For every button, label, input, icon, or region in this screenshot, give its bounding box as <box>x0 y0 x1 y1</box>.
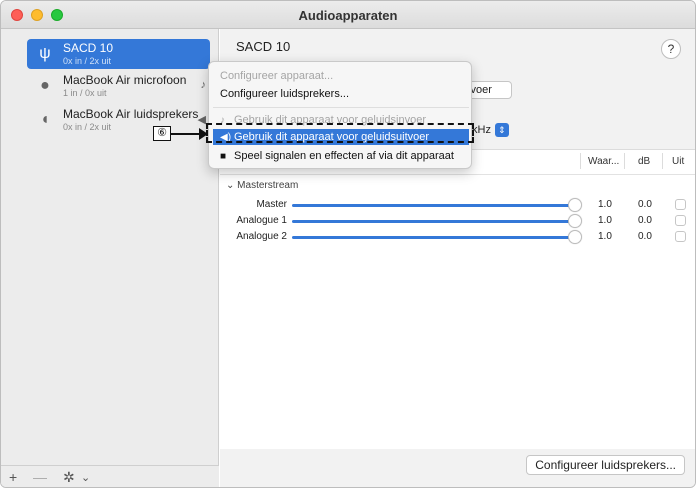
device-title: SACD 10 <box>236 39 291 54</box>
output-default-speaker-icon: ◀ <box>197 114 206 126</box>
menu-item-play-alerts[interactable]: ■ Speel signalen en effecten af via dit a… <box>213 148 469 164</box>
menu-item-configure-device[interactable]: Configureer apparaat... <box>213 68 469 84</box>
menu-item-label: Configureer apparaat... <box>220 70 334 82</box>
row-label: Master <box>256 199 287 210</box>
device-channels: 1 in / 0x uit <box>63 88 107 98</box>
context-menu: Configureer apparaat... Configureer luid… <box>208 61 472 169</box>
help-button[interactable]: ? <box>661 39 681 59</box>
volume-slider-knob[interactable] <box>568 214 582 228</box>
device-name: MacBook Air luidsprekers <box>63 107 199 121</box>
column-divider <box>580 153 581 169</box>
format-value: kHz <box>472 123 491 136</box>
column-header-value: Waar... <box>588 156 620 167</box>
microphone-icon: ● <box>40 77 50 94</box>
alert-bubble-icon: ■ <box>220 151 227 162</box>
row-value: 1.0 <box>598 231 612 242</box>
row-value: 1.0 <box>598 215 612 226</box>
title-bar: Audioapparaten <box>1 1 695 29</box>
volume-slider-knob[interactable] <box>568 230 582 244</box>
row-label: Analogue 2 <box>236 231 287 242</box>
row-value: 1.0 <box>598 199 612 210</box>
window-title: Audioapparaten <box>298 8 398 23</box>
remove-device-button[interactable]: — <box>33 469 47 485</box>
gear-icon[interactable]: ✲ <box>63 469 75 486</box>
row-db: 0.0 <box>638 215 652 226</box>
mute-checkbox[interactable] <box>675 215 686 226</box>
device-channels: 0x in / 2x uit <box>63 122 112 132</box>
device-item-macbook-speakers[interactable]: ◖ MacBook Air luidsprekers 0x in / 2x ui… <box>27 105 210 135</box>
device-channels: 0x in / 2x uit <box>63 56 112 66</box>
volume-slider[interactable] <box>292 236 574 239</box>
usb-icon: ψ <box>39 45 51 62</box>
section-masterstream[interactable]: ⌄ Masterstream <box>226 180 298 191</box>
chevron-down-icon[interactable]: ⌄ <box>81 471 90 484</box>
column-divider <box>662 153 663 169</box>
volume-table: Waar... dB Uit ⌄ Masterstream Master 1.0… <box>220 149 695 449</box>
volume-slider-knob[interactable] <box>568 198 582 212</box>
row-label: Analogue 1 <box>236 215 287 226</box>
device-name: MacBook Air microfoon <box>63 73 187 87</box>
table-row: Master 1.0 0.0 <box>220 198 695 214</box>
volume-slider[interactable] <box>292 220 574 223</box>
column-header-db: dB <box>638 156 651 167</box>
section-label: Masterstream <box>237 180 299 191</box>
device-sidebar: ψ SACD 10 0x in / 2x uit ● MacBook Air m… <box>1 29 219 487</box>
menu-separator <box>213 107 469 108</box>
chevron-updown-icon: ⇕ <box>494 123 509 137</box>
row-db: 0.0 <box>638 231 652 242</box>
input-default-microphone-icon: ♪ <box>200 79 207 91</box>
table-row: Analogue 2 1.0 0.0 <box>220 230 695 246</box>
header-divider <box>220 174 695 175</box>
mute-checkbox[interactable] <box>675 231 686 242</box>
configure-speakers-button[interactable]: Configureer luidsprekers... <box>526 455 685 475</box>
step-callout: ⑥ <box>153 126 171 141</box>
menu-item-configure-speakers[interactable]: Configureer luidsprekers... <box>213 86 469 102</box>
menu-item-label: Speel signalen en effecten af via dit ap… <box>234 150 454 162</box>
highlight-frame <box>206 123 474 143</box>
audio-devices-window: Audioapparaten ψ SACD 10 0x in / 2x uit … <box>0 0 696 488</box>
device-item-sacd10[interactable]: ψ SACD 10 0x in / 2x uit <box>27 39 210 69</box>
mute-checkbox[interactable] <box>675 199 686 210</box>
row-db: 0.0 <box>638 199 652 210</box>
device-name: SACD 10 <box>63 41 114 55</box>
volume-slider[interactable] <box>292 204 574 207</box>
callout-line <box>171 133 201 135</box>
sidebar-footer: + — ✲ ⌄ <box>1 465 219 487</box>
callout-arrow-icon <box>199 128 208 140</box>
column-header-mute: Uit <box>672 156 685 167</box>
format-select[interactable]: kHz ⇕ <box>472 123 509 141</box>
speaker-icon: ◖ <box>40 111 50 128</box>
menu-item-label: Configureer luidsprekers... <box>220 88 350 100</box>
table-row: Analogue 1 1.0 0.0 <box>220 214 695 230</box>
add-device-button[interactable]: + <box>9 469 17 485</box>
device-item-macbook-microphone[interactable]: ● MacBook Air microfoon 1 in / 0x uit ♪ <box>27 71 210 101</box>
column-divider <box>624 153 625 169</box>
